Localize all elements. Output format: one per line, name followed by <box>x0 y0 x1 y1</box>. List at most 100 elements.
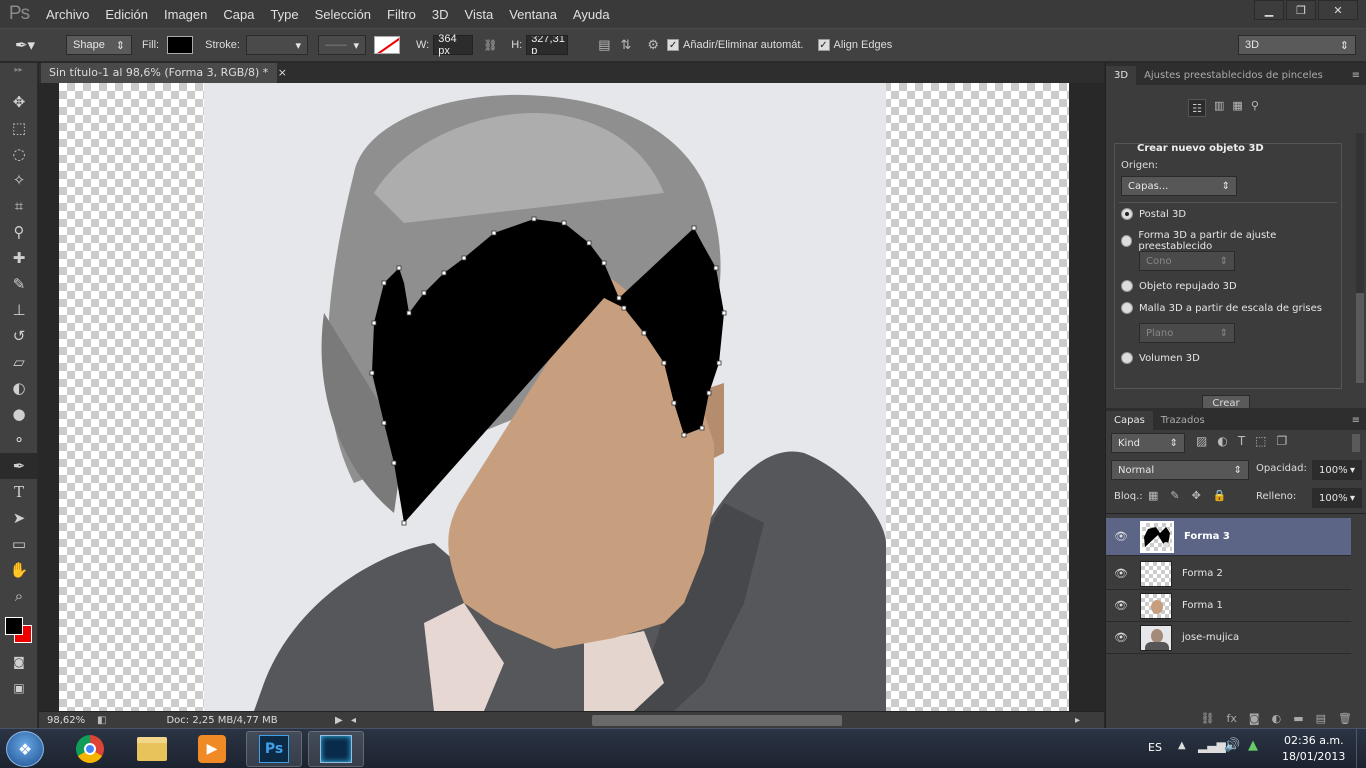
canvas-area[interactable] <box>39 83 1104 711</box>
pen-tool-preset-icon[interactable]: ✒▾ <box>0 36 50 54</box>
path-operations-icon[interactable]: ▤ <box>598 37 610 53</box>
menu-edicion[interactable]: Edición <box>97 7 156 22</box>
zoom-tool-icon[interactable]: ⌕ <box>0 583 38 609</box>
clock-date[interactable]: 18/01/2013 <box>1282 750 1345 763</box>
menu-vista[interactable]: Vista <box>457 7 502 22</box>
volume-icon[interactable]: 🔊 <box>1224 738 1240 753</box>
marquee-tool-icon[interactable]: ⬚ <box>0 115 38 141</box>
adjustment-filter-icon[interactable]: ◐ <box>1217 434 1227 448</box>
blend-mode-dropdown[interactable]: Normal ⇕ <box>1111 460 1249 480</box>
new-layer-icon[interactable]: ▤ <box>1316 712 1326 725</box>
show-hidden-icons[interactable]: ▲ <box>1178 740 1186 751</box>
menu-imagen[interactable]: Imagen <box>156 7 215 22</box>
menu-archivo[interactable]: Archivo <box>38 7 97 22</box>
horizontal-scrollbar[interactable] <box>592 715 842 726</box>
pixel-filter-icon[interactable]: ▨ <box>1196 434 1207 448</box>
lasso-tool-icon[interactable]: ◌ <box>0 141 38 167</box>
scene-filter-icon[interactable]: ☷ <box>1188 99 1206 117</box>
lock-position-icon[interactable]: ✥ <box>1192 489 1201 502</box>
layer-filter-dropdown[interactable]: Kind ⇕ <box>1111 433 1185 453</box>
menu-seleccion[interactable]: Selección <box>307 7 379 22</box>
minimize-button[interactable]: ▁ <box>1254 0 1284 20</box>
workspace-dropdown[interactable]: 3D ⇕ <box>1238 35 1356 55</box>
eye-icon[interactable]: 👁 <box>1106 530 1136 543</box>
tab-paths[interactable]: Trazados <box>1153 411 1213 430</box>
materials-filter-icon[interactable]: ▦ <box>1232 99 1242 117</box>
document-tab[interactable]: Sin título-1 al 98,6% (Forma 3, RGB/8) *… <box>41 63 287 83</box>
rectangle-tool-icon[interactable]: ▭ <box>0 531 38 557</box>
path-arrangement-icon[interactable]: ⇅ <box>620 37 631 53</box>
lights-filter-icon[interactable]: ⚲ <box>1251 99 1259 117</box>
healing-brush-tool-icon[interactable]: ✚ <box>0 245 38 271</box>
screen-mode-icon[interactable]: ▣ <box>0 675 38 701</box>
menu-capa[interactable]: Capa <box>215 7 262 22</box>
trash-icon[interactable]: 🗑 <box>1338 712 1352 725</box>
stroke-color-swatch[interactable] <box>373 36 400 54</box>
layer-row-forma-1[interactable]: 👁 Forma 1 <box>1106 590 1351 622</box>
shape-preset-dropdown[interactable]: Cono ⇕ <box>1139 251 1235 271</box>
tool-mode-dropdown[interactable]: Shape ⇕ <box>66 35 132 55</box>
hand-tool-icon[interactable]: ✋ <box>0 557 38 583</box>
smart-object-filter-icon[interactable]: ❐ <box>1277 434 1288 448</box>
shape-filter-icon[interactable]: ⬚ <box>1255 434 1266 448</box>
move-tool-icon[interactable]: ✥ <box>0 89 38 115</box>
pen-tool-icon[interactable]: ✒ <box>0 453 38 479</box>
panel-menu-icon[interactable]: ≡ <box>1346 66 1366 85</box>
lock-pixels-icon[interactable]: ✎ <box>1170 489 1179 502</box>
lock-transparency-icon[interactable]: ▦ <box>1148 489 1158 502</box>
taskbar-app-5[interactable] <box>308 731 364 767</box>
3d-panel-scrollbar[interactable] <box>1356 133 1364 383</box>
zoom-level[interactable]: 98,62% <box>47 715 91 726</box>
paint-bucket-tool-icon[interactable]: ◐ <box>0 375 38 401</box>
layer-row-forma-2[interactable]: 👁 Forma 2 <box>1106 558 1351 590</box>
blur-tool-icon[interactable]: ● <box>0 401 38 427</box>
tab-brush-presets[interactable]: Ajustes preestablecidos de pinceles <box>1136 66 1331 85</box>
eye-icon[interactable]: 👁 <box>1106 567 1136 580</box>
eye-icon[interactable]: 👁 <box>1106 599 1136 612</box>
taskbar-media-player[interactable]: ▶ <box>184 731 240 767</box>
dodge-tool-icon[interactable]: ⚬ <box>0 427 38 453</box>
clock-time[interactable]: 02:36 a.m. <box>1284 734 1344 747</box>
fill-swatch[interactable] <box>167 36 194 54</box>
layer-row-jose-mujica[interactable]: 👁 jose-mujica <box>1106 622 1351 654</box>
new-group-icon[interactable]: ▬ <box>1293 712 1303 725</box>
add-mask-icon[interactable]: ◙ <box>1249 712 1260 725</box>
eyedropper-tool-icon[interactable]: ⚲ <box>0 219 38 245</box>
adjustment-layer-icon[interactable]: ◐ <box>1272 712 1282 725</box>
menu-3d[interactable]: 3D <box>424 7 457 22</box>
tab-layers[interactable]: Capas <box>1106 411 1153 430</box>
menu-ayuda[interactable]: Ayuda <box>565 7 618 22</box>
close-button[interactable]: ✕ <box>1318 0 1358 20</box>
quick-mask-icon[interactable]: ◙ <box>0 649 38 675</box>
magic-wand-tool-icon[interactable]: ✧ <box>0 167 38 193</box>
toolbar-grip[interactable]: ▸▸ <box>0 63 37 89</box>
show-desktop-button[interactable] <box>1356 729 1366 768</box>
drive-icon[interactable]: ▲ <box>1248 738 1258 753</box>
scroll-left-icon[interactable]: ◂ <box>351 715 356 726</box>
network-icon[interactable]: ▂▄▆ <box>1198 739 1226 753</box>
taskbar-photoshop[interactable]: Ps <box>246 731 302 767</box>
link-icon[interactable]: ⛓ <box>483 39 497 52</box>
start-button[interactable]: ❖ <box>6 731 44 767</box>
mesh-filter-icon[interactable]: ▥ <box>1214 99 1224 117</box>
width-field[interactable]: 364 px <box>433 33 474 57</box>
type-filter-icon[interactable]: T <box>1238 434 1245 448</box>
lock-all-icon[interactable]: 🔒 <box>1213 489 1227 502</box>
menu-ventana[interactable]: Ventana <box>501 7 565 22</box>
tab-3d[interactable]: 3D <box>1106 66 1137 85</box>
restore-button[interactable]: ❐ <box>1286 0 1316 20</box>
taskbar-chrome[interactable] <box>62 731 118 767</box>
type-tool-icon[interactable]: T <box>0 479 38 505</box>
status-arrow-icon[interactable]: ▶ <box>335 715 343 726</box>
grayscale-preset-dropdown[interactable]: Plano ⇕ <box>1139 323 1235 343</box>
gear-icon[interactable]: ⚙ <box>647 37 659 53</box>
clone-stamp-tool-icon[interactable]: ⊥ <box>0 297 38 323</box>
panel-menu-icon[interactable]: ≡ <box>1346 411 1366 430</box>
color-swatches[interactable] <box>0 615 37 649</box>
align-edges-checkbox[interactable]: ✓ <box>817 39 830 51</box>
auto-add-checkbox[interactable]: ✓ <box>667 39 680 51</box>
eraser-tool-icon[interactable]: ▱ <box>0 349 38 375</box>
stroke-type-dropdown[interactable]: —— ▾ <box>317 35 366 55</box>
link-layers-icon[interactable]: ⛓ <box>1201 712 1215 725</box>
crop-tool-icon[interactable]: ⌗ <box>0 193 38 219</box>
